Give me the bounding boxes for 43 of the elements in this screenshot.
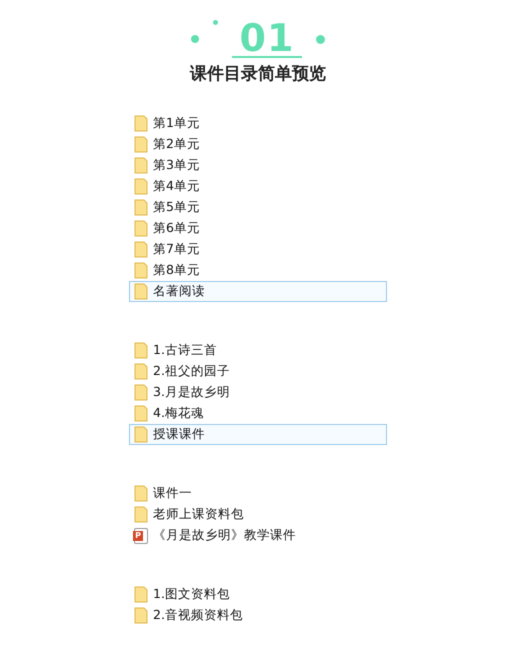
- folder-icon: [134, 342, 148, 359]
- folder-icon: [134, 157, 148, 174]
- folder-icon: [134, 586, 148, 603]
- folder-icon: [134, 136, 148, 153]
- dot-icon: [190, 35, 199, 43]
- folder-icon: [134, 506, 148, 523]
- file-item[interactable]: 第8单元: [129, 260, 387, 281]
- folder-icon: [134, 241, 148, 258]
- file-item[interactable]: 名著阅读: [129, 281, 387, 302]
- folder-icon: [134, 426, 148, 443]
- file-item[interactable]: 1.图文资料包: [129, 584, 387, 605]
- file-item[interactable]: 2.祖父的园子: [129, 361, 387, 382]
- folder-icon: [134, 178, 148, 195]
- folder-icon: [134, 607, 148, 624]
- file-item[interactable]: P 《月是故乡明》教学课件: [129, 525, 387, 546]
- file-item[interactable]: 老师上课资料包: [129, 504, 387, 525]
- folder-icon: [134, 199, 148, 216]
- file-item[interactable]: 2.音视频资料包: [129, 605, 387, 626]
- folder-icon: [134, 405, 148, 422]
- file-item[interactable]: 课件一: [129, 483, 387, 504]
- section-number: 01: [232, 20, 302, 58]
- file-item[interactable]: 3.月是故乡明: [129, 382, 387, 403]
- folder-icon: [134, 384, 148, 401]
- file-item[interactable]: 第4单元: [129, 176, 387, 197]
- dot-icon: [316, 34, 326, 44]
- dot-icon: [212, 20, 218, 25]
- section-title: 课件目录简单预览: [190, 63, 326, 85]
- file-item[interactable]: 授课课件: [129, 424, 387, 445]
- folder-icon: [134, 220, 148, 237]
- file-item[interactable]: 1.古诗三首: [129, 340, 387, 361]
- folder-icon: [134, 262, 148, 279]
- folder-icon: [134, 363, 148, 380]
- file-item[interactable]: 第1单元: [129, 113, 387, 134]
- folder-icon: [134, 485, 148, 502]
- file-item[interactable]: 4.梅花魂: [129, 403, 387, 424]
- file-item[interactable]: 第2单元: [129, 134, 387, 155]
- file-item[interactable]: 第3单元: [129, 155, 387, 176]
- file-item[interactable]: 第7单元: [129, 239, 387, 260]
- file-item[interactable]: 第5单元: [129, 197, 387, 218]
- file-item[interactable]: 第6单元: [129, 218, 387, 239]
- folder-icon: [134, 115, 148, 132]
- folder-icon: [134, 283, 148, 300]
- slides-file-icon: P: [134, 528, 148, 544]
